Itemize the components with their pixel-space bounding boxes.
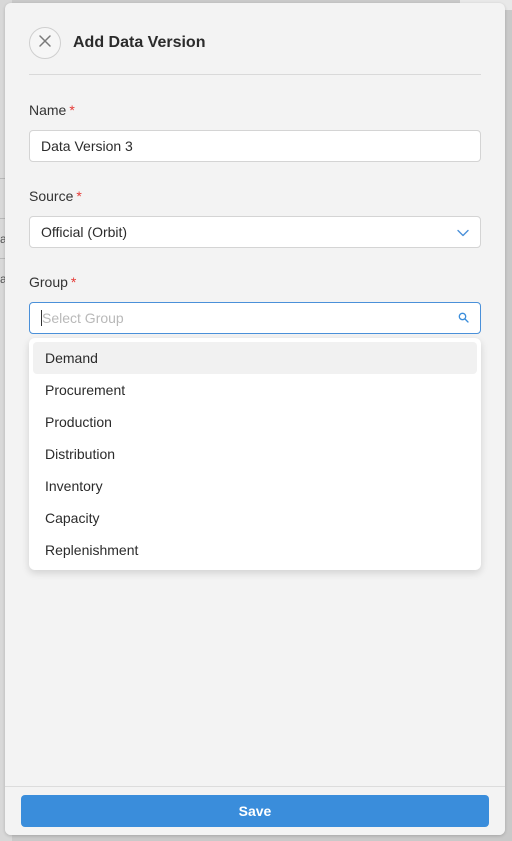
group-options-dropdown: Demand Procurement Production Distributi…	[29, 338, 481, 570]
name-input[interactable]: Data Version 3	[29, 130, 481, 162]
group-label-text: Group	[29, 274, 68, 290]
panel-header: Add Data Version	[29, 27, 481, 75]
group-option-demand[interactable]: Demand	[33, 342, 477, 374]
group-option-procurement[interactable]: Procurement	[33, 374, 477, 406]
panel-title: Add Data Version	[73, 34, 206, 51]
source-field-label: Source *	[29, 188, 82, 204]
search-icon[interactable]	[458, 310, 469, 326]
add-data-version-panel: Add Data Version Name * Data Version 3 So…	[5, 3, 505, 835]
group-search-field[interactable]	[29, 302, 481, 334]
save-button[interactable]: Save	[21, 795, 489, 827]
close-icon	[38, 34, 52, 53]
source-label-text: Source	[29, 188, 74, 204]
source-selected-value: Official (Orbit)	[41, 224, 128, 240]
group-option-inventory[interactable]: Inventory	[33, 470, 477, 502]
group-search-input[interactable]	[41, 310, 441, 326]
group-field-label: Group *	[29, 274, 76, 290]
chevron-down-icon	[457, 224, 469, 240]
required-mark: *	[69, 102, 75, 118]
name-label-text: Name	[29, 102, 67, 118]
source-select[interactable]: Official (Orbit)	[29, 216, 481, 248]
panel-footer: Save	[5, 786, 505, 835]
group-option-capacity[interactable]: Capacity	[33, 502, 477, 534]
required-mark: *	[76, 188, 82, 204]
name-input-value: Data Version 3	[41, 138, 133, 154]
close-button[interactable]	[29, 27, 61, 59]
group-option-distribution[interactable]: Distribution	[33, 438, 477, 470]
name-field-label: Name *	[29, 102, 75, 118]
group-option-replenishment[interactable]: Replenishment	[33, 534, 477, 566]
required-mark: *	[70, 274, 77, 290]
group-option-production[interactable]: Production	[33, 406, 477, 438]
